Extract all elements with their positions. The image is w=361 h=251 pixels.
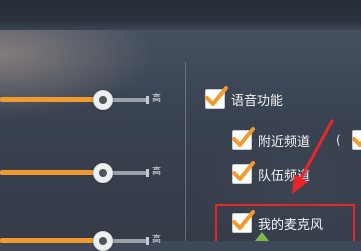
partial-checkbox[interactable] [352, 130, 361, 150]
slider-knob-icon[interactable] [93, 90, 113, 110]
slider-knob-icon[interactable] [93, 163, 113, 183]
slider-fill [0, 97, 102, 102]
voice-feature-toggle[interactable]: 语音功能 [205, 86, 284, 109]
slider-endcap [146, 169, 149, 177]
team-channel-option[interactable]: 队伍频道 [232, 161, 311, 184]
checkmark-icon [232, 127, 255, 147]
slider-endcap [146, 237, 149, 245]
team-channel-checkbox[interactable] [232, 161, 255, 184]
nearby-channel-checkbox[interactable] [232, 127, 255, 150]
column-divider [185, 62, 186, 241]
slider-knob-icon[interactable] [93, 231, 113, 251]
nearby-channel-option[interactable]: 附近频道 [232, 127, 311, 150]
volume-slider-2[interactable]: 高 [0, 163, 175, 183]
voice-feature-label: 语音功能 [231, 93, 284, 109]
checkmark-icon [205, 86, 228, 106]
top-bar [0, 0, 361, 30]
checkmark-icon [232, 161, 255, 181]
annotation-highlight-box [215, 204, 355, 241]
slider-max-label: 高 [152, 167, 162, 177]
slider-max-label: 高 [152, 235, 162, 245]
checkmark-icon [352, 137, 361, 147]
team-channel-label: 队伍频道 [258, 168, 311, 184]
volume-slider-3[interactable]: 高 [0, 231, 175, 251]
nearby-channel-label: 附近频道 [258, 134, 311, 150]
truncated-paren: ( [336, 133, 341, 147]
slider-endcap [146, 96, 149, 104]
slider-max-label: 高 [152, 94, 162, 104]
volume-slider-1[interactable]: 高 [0, 90, 175, 110]
slider-fill [0, 170, 102, 175]
voice-feature-checkbox[interactable] [205, 86, 228, 109]
